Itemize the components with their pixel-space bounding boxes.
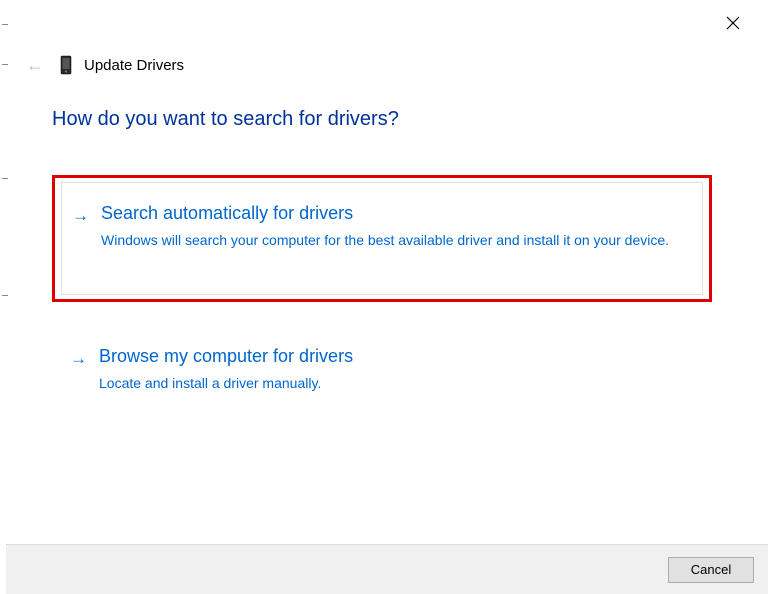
option-search-auto[interactable]: → Search automatically for drivers Windo…: [61, 182, 703, 295]
dialog-title: Update Drivers: [84, 57, 184, 74]
dialog-content: How do you want to search for drivers? →…: [52, 108, 712, 422]
close-button[interactable]: [726, 16, 744, 34]
artifact: [2, 64, 8, 65]
option-description: Locate and install a driver manually.: [99, 373, 694, 393]
artifact: [2, 24, 8, 25]
dialog-footer: Cancel: [6, 544, 768, 594]
option-browse-computer[interactable]: → Browse my computer for drivers Locate …: [62, 330, 712, 421]
arrow-right-icon: →: [70, 346, 87, 372]
artifact: [2, 295, 8, 296]
cancel-button[interactable]: Cancel: [668, 557, 754, 583]
option-description: Windows will search your computer for th…: [101, 230, 684, 250]
close-icon: [726, 16, 740, 30]
option-title: Browse my computer for drivers: [99, 346, 694, 367]
option-text: Browse my computer for drivers Locate an…: [99, 346, 694, 393]
arrow-right-icon: →: [72, 203, 89, 229]
device-icon: [60, 55, 72, 75]
dialog-header: ← Update Drivers: [22, 52, 184, 78]
option-text: Search automatically for drivers Windows…: [101, 203, 684, 250]
option-search-auto-highlight: → Search automatically for drivers Windo…: [52, 175, 712, 302]
update-drivers-dialog: ← Update Drivers How do you want to sear…: [0, 0, 768, 594]
arrow-left-icon: ←: [26, 55, 44, 75]
option-title: Search automatically for drivers: [101, 203, 684, 224]
back-button[interactable]: ←: [22, 52, 48, 78]
artifact: [2, 178, 8, 179]
page-heading: How do you want to search for drivers?: [52, 108, 712, 131]
